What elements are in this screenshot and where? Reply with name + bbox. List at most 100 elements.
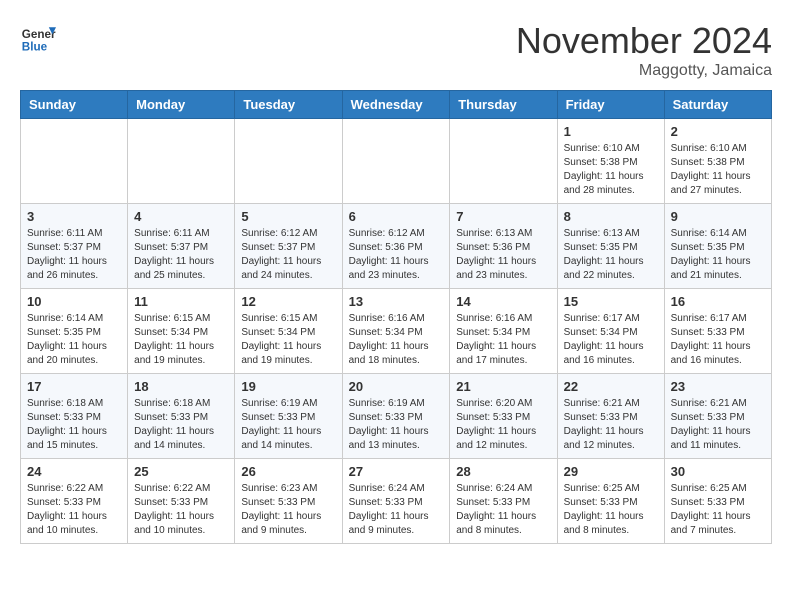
- week-row: 3 Sunrise: 6:11 AM Sunset: 5:37 PM Daylig…: [21, 204, 772, 289]
- day-number: 19: [241, 379, 335, 394]
- day-detail: Sunrise: 6:13 AM Sunset: 5:36 PM Dayligh…: [456, 227, 550, 283]
- day-detail: Sunrise: 6:17 AM Sunset: 5:33 PM Dayligh…: [671, 312, 765, 368]
- weekday-header: Tuesday: [235, 91, 342, 119]
- page-header: General Blue November 2024 Maggotty, Jam…: [20, 20, 772, 80]
- day-detail: Sunrise: 6:14 AM Sunset: 5:35 PM Dayligh…: [671, 227, 765, 283]
- day-detail: Sunrise: 6:11 AM Sunset: 5:37 PM Dayligh…: [134, 227, 228, 283]
- weekday-header: Sunday: [21, 91, 128, 119]
- day-number: 26: [241, 464, 335, 479]
- calendar-table: SundayMondayTuesdayWednesdayThursdayFrid…: [20, 90, 772, 544]
- day-number: 29: [564, 464, 658, 479]
- day-number: 7: [456, 209, 550, 224]
- day-cell: 28 Sunrise: 6:24 AM Sunset: 5:33 PM Dayli…: [450, 459, 557, 544]
- day-number: 27: [349, 464, 444, 479]
- weekday-header-row: SundayMondayTuesdayWednesdayThursdayFrid…: [21, 91, 772, 119]
- day-cell: 26 Sunrise: 6:23 AM Sunset: 5:33 PM Dayli…: [235, 459, 342, 544]
- day-cell: 10Sunrise: 6:14 AM Sunset: 5:35 PM Dayli…: [21, 289, 128, 374]
- logo-icon: General Blue: [20, 20, 56, 56]
- day-number: 5: [241, 209, 335, 224]
- day-cell: 8 Sunrise: 6:13 AM Sunset: 5:35 PM Daylig…: [557, 204, 664, 289]
- day-detail: Sunrise: 6:23 AM Sunset: 5:33 PM Dayligh…: [241, 482, 335, 538]
- day-detail: Sunrise: 6:13 AM Sunset: 5:35 PM Dayligh…: [564, 227, 658, 283]
- day-number: 25: [134, 464, 228, 479]
- day-cell: 4 Sunrise: 6:11 AM Sunset: 5:37 PM Daylig…: [128, 204, 235, 289]
- day-cell: 27 Sunrise: 6:24 AM Sunset: 5:33 PM Dayli…: [342, 459, 450, 544]
- day-cell: 20 Sunrise: 6:19 AM Sunset: 5:33 PM Dayli…: [342, 374, 450, 459]
- day-cell: 19 Sunrise: 6:19 AM Sunset: 5:33 PM Dayli…: [235, 374, 342, 459]
- week-row: 24Sunrise: 6:22 AM Sunset: 5:33 PM Dayli…: [21, 459, 772, 544]
- day-cell: 16 Sunrise: 6:17 AM Sunset: 5:33 PM Dayli…: [664, 289, 771, 374]
- day-cell: 13Sunrise: 6:16 AM Sunset: 5:34 PM Dayli…: [342, 289, 450, 374]
- day-cell: [342, 119, 450, 204]
- day-detail: Sunrise: 6:22 AM Sunset: 5:33 PM Dayligh…: [27, 482, 121, 538]
- day-cell: 11Sunrise: 6:15 AM Sunset: 5:34 PM Dayli…: [128, 289, 235, 374]
- day-number: 28: [456, 464, 550, 479]
- day-detail: Sunrise: 6:10 AM Sunset: 5:38 PM Dayligh…: [671, 142, 765, 198]
- day-detail: Sunrise: 6:11 AM Sunset: 5:37 PM Dayligh…: [27, 227, 121, 283]
- day-cell: 14 Sunrise: 6:16 AM Sunset: 5:34 PM Dayli…: [450, 289, 557, 374]
- day-detail: Sunrise: 6:12 AM Sunset: 5:37 PM Dayligh…: [241, 227, 335, 283]
- day-cell: 2 Sunrise: 6:10 AM Sunset: 5:38 PM Daylig…: [664, 119, 771, 204]
- weekday-header: Monday: [128, 91, 235, 119]
- day-number: 12: [241, 294, 335, 309]
- day-number: 3: [27, 209, 121, 224]
- day-cell: [21, 119, 128, 204]
- day-cell: 22 Sunrise: 6:21 AM Sunset: 5:33 PM Dayli…: [557, 374, 664, 459]
- day-number: 18: [134, 379, 228, 394]
- day-cell: 5 Sunrise: 6:12 AM Sunset: 5:37 PM Daylig…: [235, 204, 342, 289]
- day-cell: 9 Sunrise: 6:14 AM Sunset: 5:35 PM Daylig…: [664, 204, 771, 289]
- day-number: 23: [671, 379, 765, 394]
- day-cell: 6Sunrise: 6:12 AM Sunset: 5:36 PM Daylig…: [342, 204, 450, 289]
- day-cell: 23Sunrise: 6:21 AM Sunset: 5:33 PM Dayli…: [664, 374, 771, 459]
- day-number: 13: [349, 294, 444, 309]
- day-number: 15: [564, 294, 658, 309]
- day-detail: Sunrise: 6:17 AM Sunset: 5:34 PM Dayligh…: [564, 312, 658, 368]
- day-detail: Sunrise: 6:25 AM Sunset: 5:33 PM Dayligh…: [671, 482, 765, 538]
- day-number: 30: [671, 464, 765, 479]
- day-detail: Sunrise: 6:15 AM Sunset: 5:34 PM Dayligh…: [241, 312, 335, 368]
- day-detail: Sunrise: 6:25 AM Sunset: 5:33 PM Dayligh…: [564, 482, 658, 538]
- day-cell: 21Sunrise: 6:20 AM Sunset: 5:33 PM Dayli…: [450, 374, 557, 459]
- month-title: November 2024: [516, 20, 772, 62]
- day-detail: Sunrise: 6:22 AM Sunset: 5:33 PM Dayligh…: [134, 482, 228, 538]
- day-detail: Sunrise: 6:10 AM Sunset: 5:38 PM Dayligh…: [564, 142, 658, 198]
- day-cell: 12 Sunrise: 6:15 AM Sunset: 5:34 PM Dayli…: [235, 289, 342, 374]
- day-detail: Sunrise: 6:19 AM Sunset: 5:33 PM Dayligh…: [349, 397, 444, 453]
- day-number: 20: [349, 379, 444, 394]
- svg-text:Blue: Blue: [22, 41, 48, 54]
- day-number: 4: [134, 209, 228, 224]
- day-number: 9: [671, 209, 765, 224]
- day-cell: [450, 119, 557, 204]
- day-detail: Sunrise: 6:18 AM Sunset: 5:33 PM Dayligh…: [27, 397, 121, 453]
- day-number: 22: [564, 379, 658, 394]
- location: Maggotty, Jamaica: [516, 62, 772, 80]
- day-cell: 29 Sunrise: 6:25 AM Sunset: 5:33 PM Dayli…: [557, 459, 664, 544]
- title-block: November 2024 Maggotty, Jamaica: [516, 20, 772, 80]
- day-detail: Sunrise: 6:21 AM Sunset: 5:33 PM Dayligh…: [564, 397, 658, 453]
- day-number: 2: [671, 124, 765, 139]
- day-cell: 25 Sunrise: 6:22 AM Sunset: 5:33 PM Dayli…: [128, 459, 235, 544]
- week-row: 1 Sunrise: 6:10 AM Sunset: 5:38 PM Daylig…: [21, 119, 772, 204]
- day-cell: 7 Sunrise: 6:13 AM Sunset: 5:36 PM Daylig…: [450, 204, 557, 289]
- day-cell: 3 Sunrise: 6:11 AM Sunset: 5:37 PM Daylig…: [21, 204, 128, 289]
- day-detail: Sunrise: 6:19 AM Sunset: 5:33 PM Dayligh…: [241, 397, 335, 453]
- day-number: 11: [134, 294, 228, 309]
- weekday-header: Wednesday: [342, 91, 450, 119]
- day-cell: 15 Sunrise: 6:17 AM Sunset: 5:34 PM Dayli…: [557, 289, 664, 374]
- day-number: 16: [671, 294, 765, 309]
- weekday-header: Saturday: [664, 91, 771, 119]
- day-detail: Sunrise: 6:14 AM Sunset: 5:35 PM Dayligh…: [27, 312, 121, 368]
- day-number: 14: [456, 294, 550, 309]
- day-cell: 1 Sunrise: 6:10 AM Sunset: 5:38 PM Daylig…: [557, 119, 664, 204]
- day-detail: Sunrise: 6:24 AM Sunset: 5:33 PM Dayligh…: [456, 482, 550, 538]
- day-number: 1: [564, 124, 658, 139]
- day-cell: [128, 119, 235, 204]
- day-detail: Sunrise: 6:24 AM Sunset: 5:33 PM Dayligh…: [349, 482, 444, 538]
- day-cell: 17Sunrise: 6:18 AM Sunset: 5:33 PM Dayli…: [21, 374, 128, 459]
- day-cell: [235, 119, 342, 204]
- day-cell: 18Sunrise: 6:18 AM Sunset: 5:33 PM Dayli…: [128, 374, 235, 459]
- weekday-header: Thursday: [450, 91, 557, 119]
- day-number: 8: [564, 209, 658, 224]
- day-cell: 24Sunrise: 6:22 AM Sunset: 5:33 PM Dayli…: [21, 459, 128, 544]
- day-detail: Sunrise: 6:16 AM Sunset: 5:34 PM Dayligh…: [456, 312, 550, 368]
